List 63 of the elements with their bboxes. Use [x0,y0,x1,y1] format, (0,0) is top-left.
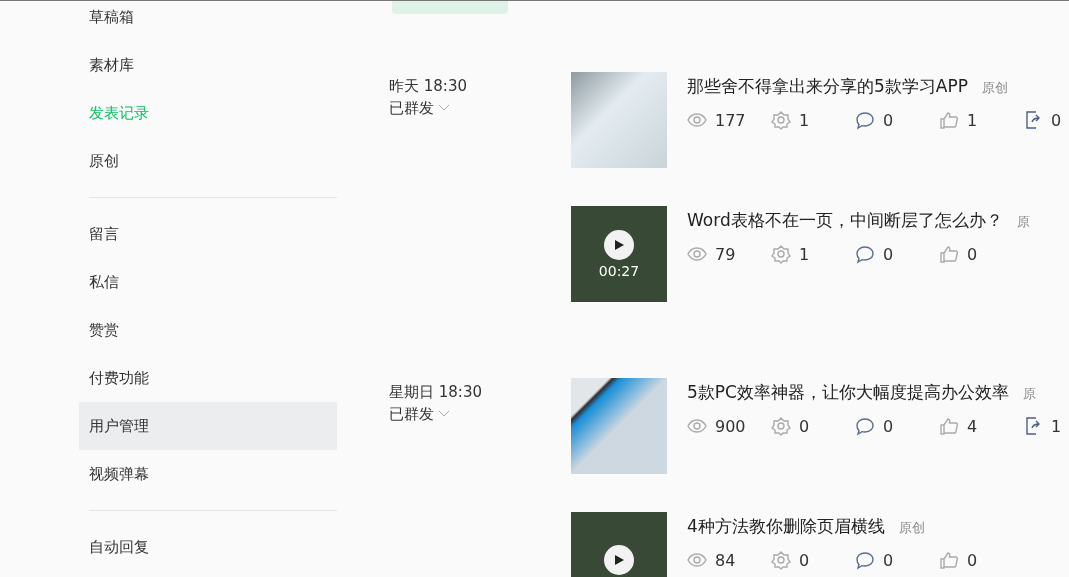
stat-count: 0 [1051,110,1062,130]
sidebar-item[interactable]: 视频弹幕 [79,450,337,498]
flower-icon [771,110,791,130]
stat-count: 900 [715,416,746,436]
comment-icon [855,550,875,570]
status-dropdown[interactable]: 已群发 [389,97,571,119]
original-tag: 原创 [981,79,1008,97]
original-tag: 原创 [898,519,925,537]
photo-placeholder[interactable] [571,378,667,474]
stat-count: 0 [883,244,894,264]
sidebar-item[interactable]: 用户管理 [79,402,337,450]
thumbs-up-icon [939,550,959,570]
original-tag: 原 [1022,385,1036,403]
post-time: 昨天 18:30 [389,76,468,97]
thumbs-up-icon [939,244,959,264]
stat-count: 84 [715,550,736,570]
stat-count: 0 [799,550,810,570]
stat-count: 0 [967,244,978,264]
chevron-down-icon [438,104,450,112]
sidebar-item[interactable]: 留言 [79,210,337,258]
comment-icon [855,416,875,436]
flower-icon [771,550,791,570]
video-thumbnail[interactable]: 00:27 [571,206,667,302]
flower-icon [771,244,791,264]
eye-icon [687,244,707,264]
stat-count: 0 [799,416,810,436]
comment-icon [855,110,875,130]
sidebar-item[interactable]: 草稿箱 [79,1,337,41]
thumbs-up-icon [939,110,959,130]
stat-count: 1 [799,244,810,264]
sidebar-item[interactable]: 素材库 [79,41,337,89]
thumbs-up-icon [939,416,959,436]
play-icon [604,545,634,575]
article-title[interactable]: 5款PC效率神器，让你大幅度提高办公效率 [687,381,1009,404]
stat-count: 0 [967,550,978,570]
stat-count: 79 [715,244,736,264]
post-time: 星期日 18:30 [389,382,483,403]
sidebar-item[interactable]: 私信 [79,258,337,306]
eye-icon [687,416,707,436]
sidebar-item[interactable]: 赞赏 [79,306,337,354]
video-duration: 00:27 [598,262,640,279]
comment-icon [855,244,875,264]
stat-count: 177 [715,110,746,130]
stat-count: 4 [967,416,978,436]
eye-icon [687,110,707,130]
stat-count: 0 [883,416,894,436]
status-dropdown[interactable]: 已群发 [389,403,571,425]
article-title[interactable]: 那些舍不得拿出来分享的5款学习APP [687,75,968,98]
stat-count: 1 [799,110,810,130]
sidebar-item[interactable]: 付费功能 [79,354,337,402]
chevron-down-icon [438,410,450,418]
stat-count: 1 [967,110,978,130]
article-title[interactable]: Word表格不在一页，中间断层了怎么办？ [687,209,1003,232]
sidebar-item[interactable]: 自动回复 [79,523,337,571]
eye-icon [687,550,707,570]
stat-count: 0 [883,550,894,570]
play-icon [604,229,634,260]
sidebar-item[interactable]: 原创 [79,137,337,185]
stat-count: 1 [1051,416,1062,436]
article-title[interactable]: 4种方法教你删除页眉横线 [687,515,885,538]
flower-icon [771,416,791,436]
stat-count: 0 [883,110,894,130]
original-tag: 原 [1016,213,1030,231]
